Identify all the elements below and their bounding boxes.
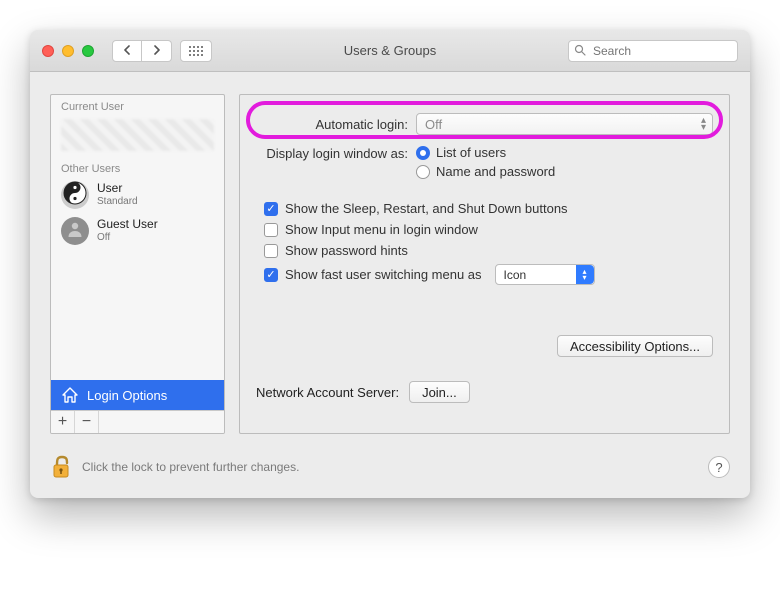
current-user-header: Current User [51,95,224,115]
sidebar-footer: + − [51,410,224,433]
titlebar: Users & Groups [30,30,750,72]
checkbox-icon: ✓ [264,202,278,216]
checkbox-icon [264,223,278,237]
nav-buttons [112,40,172,62]
prefs-window: Users & Groups Current User Other Users [30,30,750,498]
avatar [61,181,89,209]
grid-icon [189,46,203,56]
avatar [61,217,89,245]
network-account-server-label: Network Account Server: [256,385,399,400]
login-options-label: Login Options [87,388,167,403]
person-icon [66,220,84,243]
checkbox-label: Show Input menu in login window [285,222,478,237]
user-sidebar: Current User Other Users [50,94,225,434]
radio-icon [416,146,430,160]
user-subtitle: Off [97,232,158,244]
back-button[interactable] [112,40,142,62]
chevron-right-icon [153,43,161,58]
forward-button[interactable] [142,40,172,62]
search-field-wrap [568,40,738,62]
checkbox-fast-user-switching[interactable]: ✓ Show fast user switching menu as Icon … [256,264,713,285]
help-button[interactable]: ? [708,456,730,478]
checkbox-label: Show the Sleep, Restart, and Shut Down b… [285,201,568,216]
radio-label: List of users [436,145,506,160]
join-button[interactable]: Join... [409,381,470,403]
checkbox-sleep-restart-shutdown[interactable]: ✓ Show the Sleep, Restart, and Shut Down… [256,201,713,216]
radio-list-of-users[interactable]: List of users [416,145,555,160]
fast-user-switching-value: Icon [504,268,527,282]
footer: Click the lock to prevent further change… [30,444,750,498]
add-user-button[interactable]: + [51,411,75,433]
close-window-button[interactable] [42,45,54,57]
automatic-login-row: Automatic login: Off ▴▾ [256,113,713,135]
login-options-row[interactable]: Login Options [51,380,224,410]
display-login-radios: List of users Name and password [416,145,555,179]
chevron-left-icon [123,43,131,58]
fast-user-switching-popup[interactable]: Icon ▴▾ [495,264,595,285]
user-name: Guest User [97,218,158,232]
search-icon [574,44,586,59]
checkbox-password-hints[interactable]: Show password hints [256,243,713,258]
minimize-window-button[interactable] [62,45,74,57]
accessibility-options-button[interactable]: Accessibility Options... [557,335,713,357]
zoom-window-button[interactable] [82,45,94,57]
checkbox-input-menu[interactable]: Show Input menu in login window [256,222,713,237]
checkbox-label: Show password hints [285,243,408,258]
automatic-login-value: Off [425,117,442,132]
checkbox-label: Show fast user switching menu as [285,267,482,282]
lock-text: Click the lock to prevent further change… [82,460,299,474]
popup-arrows-icon: ▴▾ [701,117,706,131]
user-name: User [97,182,138,196]
window-controls [42,45,94,57]
display-login-row: Display login window as: List of users N… [256,145,713,179]
automatic-login-popup[interactable]: Off ▴▾ [416,113,713,135]
other-users-header: Other Users [51,157,224,177]
yinyang-icon [63,181,87,210]
home-icon [61,386,79,404]
checkbox-icon: ✓ [264,268,278,282]
network-account-server-row: Network Account Server: Join... [256,381,713,403]
radio-label: Name and password [436,164,555,179]
checkbox-icon [264,244,278,258]
radio-icon [416,165,430,179]
lock-icon[interactable] [50,454,72,480]
remove-user-button[interactable]: − [75,411,99,433]
show-all-button[interactable] [180,40,212,62]
radio-name-and-password[interactable]: Name and password [416,164,555,179]
display-login-label: Display login window as: [256,145,416,161]
sidebar-user-row[interactable]: Guest User Off [51,213,224,249]
settings-panel: Automatic login: Off ▴▾ Display login wi… [239,94,730,434]
sidebar-body: Current User Other Users [51,95,224,380]
popup-arrows-icon: ▴▾ [576,265,594,284]
user-subtitle: Standard [97,196,138,208]
content-area: Current User Other Users [30,72,750,444]
sidebar-user-row[interactable]: User Standard [51,177,224,213]
search-input[interactable] [568,40,738,62]
accessibility-row: Accessibility Options... [256,335,713,357]
automatic-login-label: Automatic login: [256,117,416,132]
current-user-row[interactable] [61,119,214,151]
